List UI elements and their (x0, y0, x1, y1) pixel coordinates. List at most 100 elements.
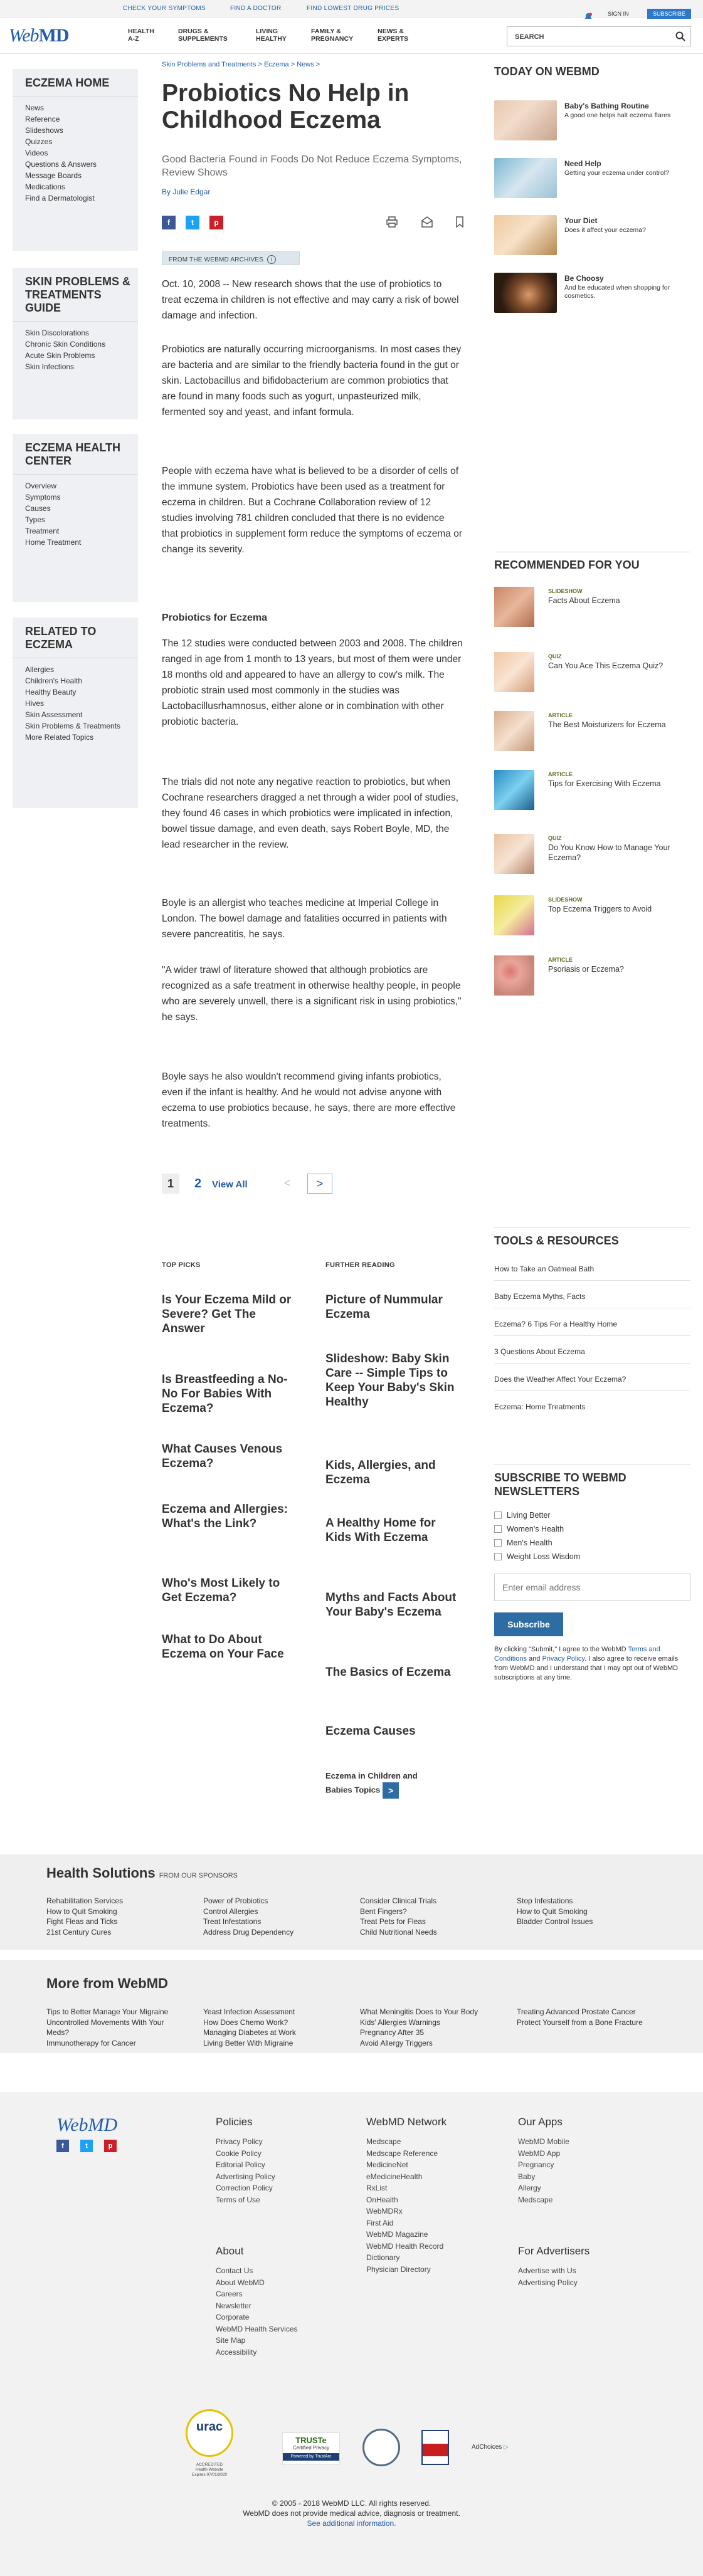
nav-health-az[interactable]: HEALTH A-Z (128, 28, 154, 43)
sidebar-link[interactable]: Videos (25, 148, 138, 159)
search-icon[interactable] (675, 31, 685, 41)
further-reading-link[interactable]: The Basics of Eczema (325, 1665, 457, 1680)
sponsor-link[interactable]: Consider Clinical Trials (360, 1896, 437, 1906)
sponsor-link[interactable]: Stop Infestations (517, 1896, 593, 1906)
footer-link[interactable]: Editorial Policy (216, 2159, 275, 2171)
facebook-icon[interactable]: f (56, 2140, 69, 2152)
today-item[interactable]: Need Help Getting your eczema under cont… (494, 158, 690, 202)
recommended-item[interactable]: ARTICLE Tips for Exercising With Eczema (494, 770, 690, 814)
print-icon[interactable] (385, 216, 399, 229)
footer-link[interactable]: WebMDRx (366, 2205, 443, 2217)
top-pick-link[interactable]: Who's Most Likely to Get Eczema? (162, 1576, 293, 1605)
newsletter-option[interactable]: Living Better (494, 1511, 550, 1520)
sponsor-link[interactable]: How to Quit Smoking (517, 1906, 593, 1917)
further-reading-link[interactable]: Picture of Nummular Eczema (325, 1293, 457, 1322)
sidebar-link[interactable]: Reference (25, 114, 138, 125)
sponsor-link[interactable]: Treat Pets for Fleas (360, 1916, 437, 1927)
email-icon[interactable] (420, 216, 434, 229)
sidebar-link[interactable]: Children's Health (25, 676, 138, 687)
checkbox[interactable] (494, 1511, 502, 1519)
sidebar-link[interactable]: News (25, 103, 138, 114)
newsletter-option[interactable]: Weight Loss Wisdom (494, 1552, 580, 1561)
further-reading-link[interactable]: Eczema Causes (325, 1724, 457, 1738)
sponsor-link[interactable]: Address Drug Dependency (203, 1927, 293, 1938)
footer-link[interactable]: OnHealth (366, 2194, 443, 2206)
view-all-link[interactable]: View All (212, 1179, 248, 1190)
checkbox[interactable] (494, 1525, 502, 1533)
sidebar-link[interactable]: Questions & Answers (25, 159, 138, 171)
more-link[interactable]: Living Better With Migraine (203, 2038, 296, 2049)
more-link[interactable]: Protect Yourself from a Bone Fracture (517, 2017, 643, 2028)
author-byline[interactable]: By Julie Edgar (162, 187, 210, 196)
footer-link[interactable]: Contact Us (216, 2265, 298, 2277)
today-item[interactable]: Your Diet Does it affect your eczema? (494, 215, 690, 259)
footer-link[interactable]: Dictionary (366, 2252, 443, 2264)
sidebar-link[interactable]: Home Treatment (25, 537, 138, 549)
adchoices-link[interactable]: AdChoices ▷ (472, 2444, 509, 2451)
more-link[interactable]: What Meningitis Does to Your Body (360, 2007, 478, 2017)
newsletter-option[interactable]: Women's Health (494, 1525, 564, 1533)
top-pick-link[interactable]: Eczema and Allergies: What's the Link? (162, 1502, 293, 1531)
recommended-item[interactable]: ARTICLE The Best Moisturizers for Eczema (494, 711, 690, 755)
further-reading-link[interactable]: Kids, Allergies, and Eczema (325, 1458, 457, 1487)
tool-link[interactable]: Does the Weather Affect Your Eczema? (494, 1373, 690, 1391)
nav-drugs[interactable]: DRUGS & SUPPLEMENTS (178, 28, 228, 43)
facebook-share-icon[interactable]: f (162, 216, 176, 229)
recommended-item[interactable]: QUIZ Can You Ace This Eczema Quiz? (494, 652, 690, 696)
nav-family[interactable]: FAMILY & PREGNANCY (311, 28, 353, 43)
drug-prices-link[interactable]: FIND LOWEST DRUG PRICES (307, 5, 399, 12)
sponsor-link[interactable]: Power of Probiotics (203, 1896, 293, 1906)
sidebar-link[interactable]: Message Boards (25, 171, 138, 182)
hon-badge[interactable] (362, 2429, 400, 2466)
further-reading-link[interactable]: A Healthy Home for Kids With Eczema (325, 1516, 457, 1545)
sidebar-link[interactable]: More Related Topics (25, 732, 138, 744)
tool-link[interactable]: How to Take an Oatmeal Bath (494, 1263, 690, 1281)
footer-link[interactable]: Advertising Policy (216, 2171, 275, 2183)
bell-icon[interactable] (584, 13, 593, 24)
checkbox[interactable] (494, 1539, 502, 1547)
more-link[interactable]: Tips to Better Manage Your Migraine (46, 2007, 184, 2017)
footer-link[interactable]: MedicineNet (366, 2159, 443, 2171)
sponsor-link[interactable]: Bladder Control Issues (517, 1916, 593, 1927)
search-input[interactable]: SEARCH (507, 26, 691, 46)
footer-link[interactable]: WebMD Health Record (366, 2241, 443, 2253)
tool-link[interactable]: 3 Questions About Eczema (494, 1345, 690, 1364)
email-field[interactable]: Enter email address (494, 1574, 690, 1601)
sidebar-link[interactable]: Chronic Skin Conditions (25, 339, 138, 350)
find-doctor-link[interactable]: FIND A DOCTOR (230, 5, 282, 12)
sponsor-link[interactable]: Control Allergies (203, 1906, 293, 1917)
page-1[interactable]: 1 (162, 1174, 179, 1194)
footer-link[interactable]: WebMD Health Services (216, 2323, 298, 2335)
sidebar-link[interactable]: Skin Infections (25, 362, 138, 373)
tool-link[interactable]: Eczema: Home Treatments (494, 1401, 690, 1419)
top-pick-link[interactable]: What Causes Venous Eczema? (162, 1442, 293, 1471)
sponsor-link[interactable]: Bent Fingers? (360, 1906, 437, 1917)
more-link[interactable]: Managing Diabetes at Work (203, 2027, 296, 2038)
more-link[interactable]: Kids' Allergies Warnings (360, 2017, 478, 2028)
top-pick-link[interactable]: Is Breastfeeding a No-No For Babies With… (162, 1372, 293, 1416)
signin-link[interactable]: SIGN IN (608, 11, 629, 17)
sponsor-link[interactable]: 21st Century Cures (46, 1927, 123, 1938)
footer-link[interactable]: WebMD Magazine (366, 2229, 443, 2241)
recommended-item[interactable]: SLIDESHOW Top Eczema Triggers to Avoid (494, 895, 690, 939)
sidebar-link[interactable]: Skin Assessment (25, 710, 138, 721)
footer-link[interactable]: About WebMD (216, 2277, 298, 2289)
subscribe-top-button[interactable]: SUBSCRIBE (647, 9, 691, 19)
today-item[interactable]: Be Choosy And be educated when shopping … (494, 273, 690, 317)
sidebar-link[interactable]: Symptoms (25, 492, 138, 503)
further-reading-link[interactable]: Myths and Facts About Your Baby's Eczema (325, 1590, 457, 1619)
sidebar-link[interactable]: Skin Discolorations (25, 328, 138, 339)
sidebar-link[interactable]: Slideshows (25, 125, 138, 137)
top-pick-link[interactable]: What to Do About Eczema on Your Face (162, 1632, 293, 1661)
footer-logo[interactable]: WebMD (56, 2115, 117, 2136)
twitter-icon[interactable]: t (80, 2140, 93, 2152)
footer-link[interactable]: Pregnancy (518, 2159, 569, 2171)
sidebar-link[interactable]: Allergies (25, 665, 138, 676)
recommended-item[interactable]: ARTICLE Psoriasis or Eczema? (494, 955, 690, 999)
nav-news[interactable]: NEWS & EXPERTS (378, 28, 408, 43)
more-link[interactable]: Treating Advanced Prostate Cancer (517, 2007, 643, 2017)
sidebar-link[interactable]: Types (25, 515, 138, 526)
info-icon[interactable]: i (267, 255, 277, 264)
tool-link[interactable]: Baby Eczema Myths, Facts (494, 1290, 690, 1308)
sidebar-link[interactable]: Hives (25, 698, 138, 710)
